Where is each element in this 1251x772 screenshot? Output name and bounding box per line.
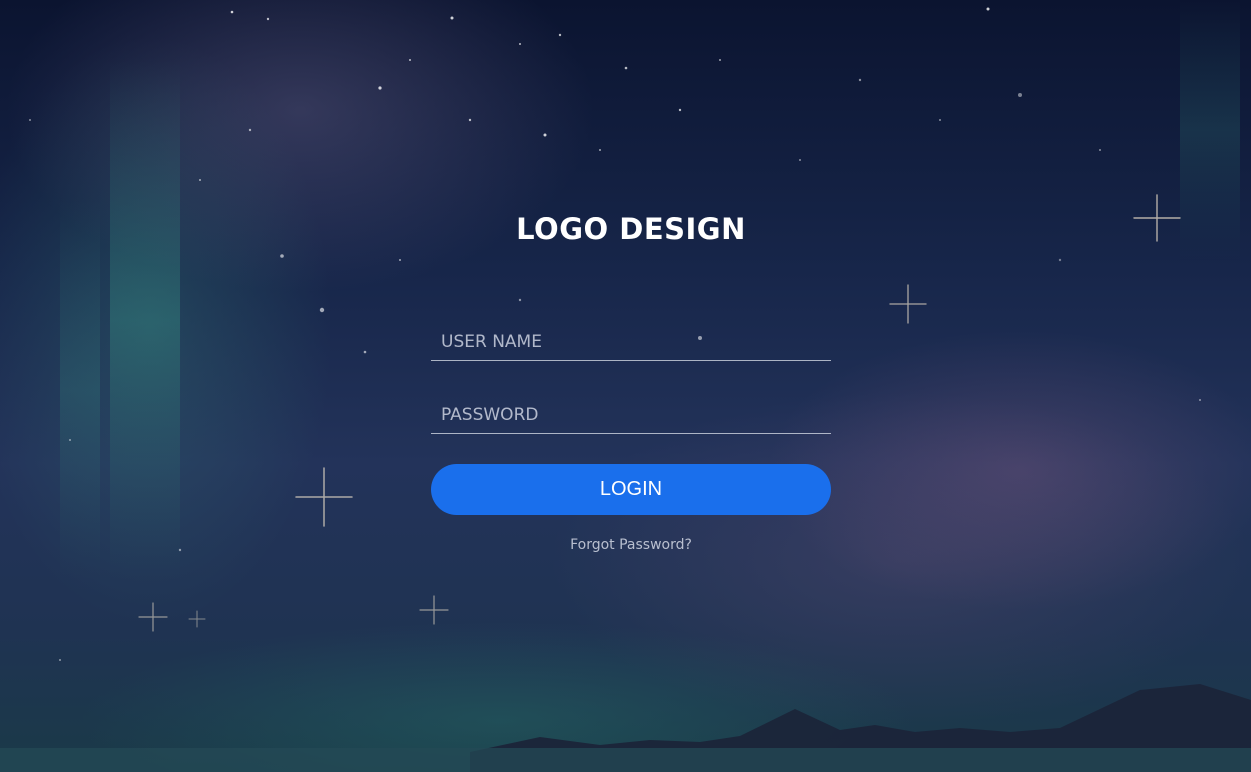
- login-button[interactable]: LOGIN: [431, 464, 831, 515]
- aurora-band: [1180, 0, 1240, 260]
- username-input[interactable]: [431, 313, 831, 360]
- password-field: [431, 386, 831, 434]
- login-form: LOGO DESIGN LOGIN Forgot Password?: [431, 205, 831, 553]
- username-field: [431, 313, 831, 361]
- logo-title: LOGO DESIGN: [516, 212, 746, 246]
- aurora-band: [60, 200, 100, 580]
- aurora-band: [110, 60, 180, 580]
- password-input[interactable]: [431, 386, 831, 433]
- forgot-password-link[interactable]: Forgot Password?: [431, 537, 831, 553]
- login-page: LOGO DESIGN LOGIN Forgot Password?: [0, 0, 1251, 772]
- water-reflection: [0, 748, 1251, 772]
